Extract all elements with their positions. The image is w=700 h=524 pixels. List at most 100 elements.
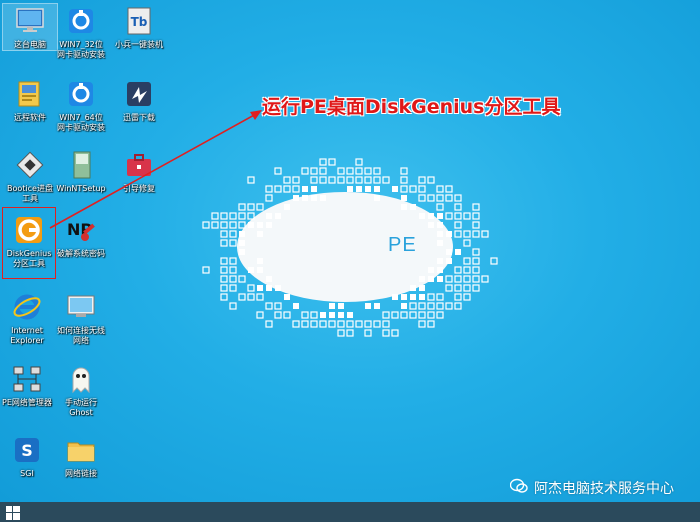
mosaic-tile-outline (436, 293, 444, 301)
mosaic-tile-outline (346, 320, 354, 328)
pe-network-icon[interactable]: PE网络管理器 (0, 362, 54, 408)
mosaic-tile-outline (292, 320, 300, 328)
driver-icon (64, 4, 98, 38)
mosaic-tile-outline (436, 302, 444, 310)
mosaic-tile-outline (220, 284, 228, 292)
mosaic-tile-outline (463, 257, 471, 265)
mosaic-tile-outline (400, 311, 408, 319)
mosaic-tile (419, 285, 425, 291)
mosaic-tile-outline (220, 239, 228, 247)
computer-icon[interactable]: 这台电脑 (2, 3, 58, 51)
sgi-icon[interactable]: S SGI (0, 433, 54, 479)
mosaic-tile-outline (229, 266, 237, 274)
winntsetup-icon[interactable]: WinNTSetup (54, 148, 108, 194)
mosaic-tile-outline (454, 284, 462, 292)
mosaic-tile-outline (202, 266, 210, 274)
onekey-install-icon[interactable]: Tb 小兵一键装机 (112, 4, 166, 50)
ie-label-1: Internet (11, 326, 43, 335)
mosaic-tile (437, 240, 443, 246)
xunlei-label: 迅雷下载 (123, 113, 155, 122)
mosaic-tile-outline (256, 293, 264, 301)
remote-software-icon[interactable]: 远程软件 (3, 77, 57, 123)
mosaic-tile-outline (229, 302, 237, 310)
svg-text:S: S (21, 441, 33, 460)
mosaic-tile (428, 276, 434, 282)
mosaic-tile-outline (418, 176, 426, 184)
mosaic-tile-outline (319, 158, 327, 166)
mosaic-tile-outline (337, 167, 345, 175)
ghost-label-1: 手动运行 (65, 398, 97, 407)
mosaic-tile-outline (364, 167, 372, 175)
xunlei-icon[interactable]: 迅雷下载 (112, 77, 166, 123)
mosaic-tile-outline (319, 167, 327, 175)
network-link-icon[interactable]: 网络链接 (54, 433, 108, 479)
mosaic-tile-outline (301, 311, 309, 319)
mosaic-tile (437, 267, 443, 273)
mosaic-tile-outline (472, 248, 480, 256)
mosaic-tile (419, 276, 425, 282)
mosaic-tile-outline (463, 266, 471, 274)
mosaic-tile (266, 222, 272, 228)
mosaic-tile-outline (274, 185, 282, 193)
mosaic-tile-outline (247, 212, 255, 220)
mosaic-tile (266, 213, 272, 219)
mosaic-tile-outline (328, 176, 336, 184)
mosaic-tile-outline (238, 293, 246, 301)
pe-mosaic-logo (202, 158, 498, 337)
mosaic-tile-outline (310, 167, 318, 175)
pe-network-label: PE网络管理器 (2, 398, 52, 407)
mosaic-tile-outline (445, 194, 453, 202)
mosaic-tile-outline (418, 185, 426, 193)
mosaic-tile (437, 258, 443, 264)
mosaic-tile-outline (427, 176, 435, 184)
mosaic-tile-outline (238, 221, 246, 229)
network-manager-icon (10, 362, 44, 396)
winntsetup-label: WinNTSetup (56, 184, 106, 193)
mosaic-tile (446, 231, 452, 237)
pe-logo-text: PE (388, 234, 417, 256)
win7-32-driver-icon[interactable]: WIN7_32位 网卡驱动安装 (54, 4, 108, 60)
mosaic-tile-outline (418, 311, 426, 319)
win7-64-driver-icon[interactable]: WIN7_64位 网卡驱动安装 (54, 77, 108, 133)
mosaic-tile (248, 267, 254, 273)
mosaic-tile-outline (319, 176, 327, 184)
mosaic-tile-outline (220, 257, 228, 265)
win7-64-label-2: 网卡驱动安装 (57, 123, 105, 132)
mosaic-tile-outline (229, 230, 237, 238)
mosaic-tile-outline (472, 212, 480, 220)
mosaic-tile-outline (247, 293, 255, 301)
wireless-label-2: 网络 (73, 336, 89, 345)
mosaic-tile-outline (463, 230, 471, 238)
bootice-icon[interactable]: Bootice进盘 工具 (3, 148, 57, 204)
mosaic-tile (257, 267, 263, 273)
mosaic-tile-outline (337, 176, 345, 184)
mosaic-tile (239, 231, 245, 237)
svg-text:Tb: Tb (131, 15, 148, 29)
mosaic-tile (329, 312, 335, 318)
boot-repair-icon[interactable]: 引导修复 (112, 148, 166, 194)
mosaic-tile (347, 186, 353, 192)
bootice-label-2: 工具 (22, 194, 38, 203)
mosaic-tile (329, 303, 335, 309)
mosaic-tile (401, 204, 407, 210)
monitor-icon (13, 4, 47, 38)
crack-password-icon[interactable]: NP 破解系统密码 (54, 213, 108, 259)
mosaic-tile (347, 312, 353, 318)
mosaic-tile-outline (400, 185, 408, 193)
mosaic-tile (311, 186, 317, 192)
mosaic-tile-outline (391, 311, 399, 319)
wireless-icon[interactable]: 如何连接无线 网络 (54, 290, 108, 346)
computer-label: 这台电脑 (14, 40, 46, 49)
mosaic-tile (320, 312, 326, 318)
win7-64-label-1: WIN7_64位 (59, 113, 103, 122)
watermark-text: 阿杰电脑技术服务中心 (534, 481, 674, 497)
mosaic-tile (446, 258, 452, 264)
mosaic-tile-outline (229, 257, 237, 265)
bootice-label-1: Bootice进盘 (7, 184, 53, 193)
remote-software-label: 远程软件 (14, 113, 46, 122)
ghost-icon[interactable]: 手动运行 Ghost (54, 362, 108, 418)
start-button[interactable] (6, 505, 20, 520)
internet-explorer-icon[interactable]: Internet Explorer (0, 290, 54, 346)
mosaic-tile (374, 303, 380, 309)
tools-icon (13, 148, 47, 182)
